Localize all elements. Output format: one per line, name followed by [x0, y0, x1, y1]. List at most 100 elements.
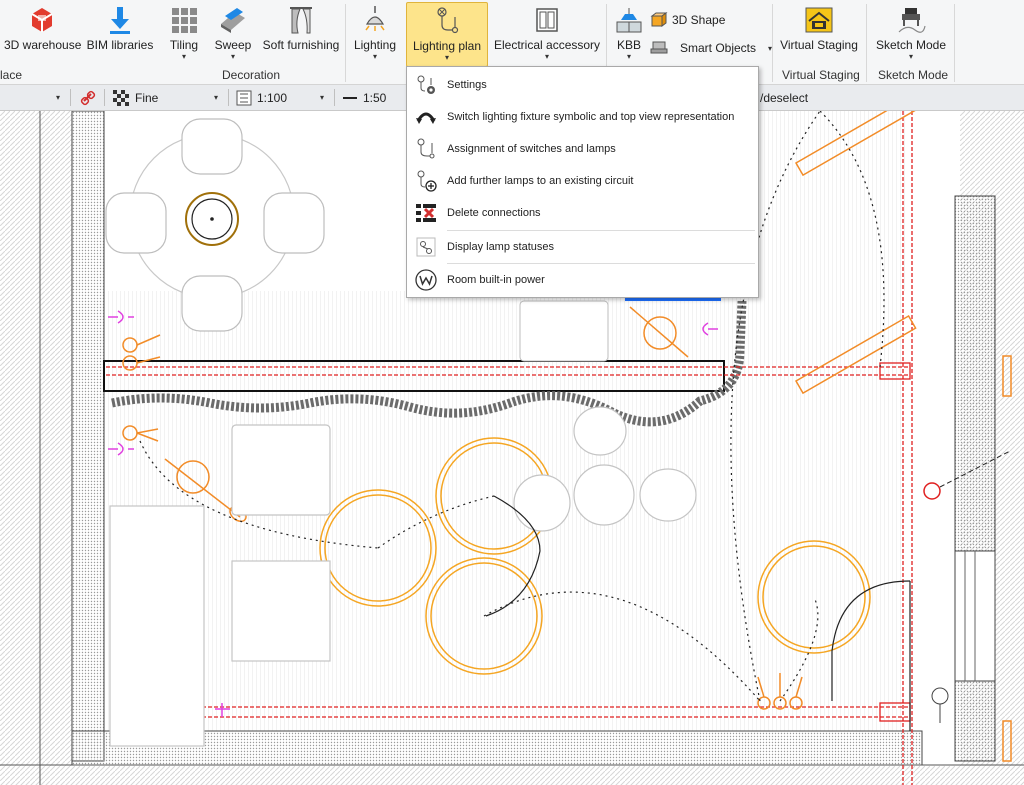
switch-representation-icon: [412, 103, 440, 131]
quality-select[interactable]: Fine: [113, 88, 158, 107]
sweep-label: Sweep: [214, 38, 252, 52]
menu-item-label: Display lamp statuses: [447, 240, 554, 253]
toolbar-separator: [70, 89, 71, 106]
tiling-dropdown-icon[interactable]: ▾: [166, 52, 202, 61]
settings-lighting-icon: [412, 71, 440, 99]
scale-select[interactable]: 1:100: [236, 88, 287, 107]
virtual-staging-label: Virtual Staging: [780, 38, 858, 52]
3d-shape-button[interactable]: 3D Shape: [650, 10, 725, 30]
lighting-plan-button[interactable]: Lighting plan ▾: [406, 2, 488, 67]
lighting-plan-icon: [431, 5, 463, 37]
menu-item-settings[interactable]: Settings: [407, 69, 758, 100]
scale-dropdown-arrow[interactable]: ▾: [320, 88, 324, 107]
chair[interactable]: [181, 275, 243, 332]
door-handle[interactable]: [931, 687, 949, 705]
quality-dropdown-arrow[interactable]: ▾: [214, 88, 218, 107]
add-lamp-icon: [412, 167, 440, 195]
menu-item-label: Delete connections: [447, 206, 541, 219]
link-icon[interactable]: [80, 88, 96, 107]
status-hint: /deselect: [760, 90, 809, 105]
tiling-icon: [168, 4, 200, 36]
ribbon-separator: [954, 4, 955, 82]
scale-icon: [236, 90, 252, 105]
toolbar-separator: [334, 89, 335, 106]
ribbon-separator: [866, 4, 867, 82]
3d-warehouse-label: 3D warehouse: [4, 38, 82, 52]
tiling-button[interactable]: Tiling ▾: [166, 2, 202, 66]
kitchen-icon: [613, 4, 645, 36]
sketchup-icon: [26, 4, 58, 36]
virtual-staging-icon: [803, 4, 835, 36]
bim-libraries-button[interactable]: BIM libraries: [86, 2, 154, 66]
lighting-plan-menu: Settings Switch lighting fixture symboli…: [406, 66, 759, 298]
kbb-label: KBB: [616, 38, 641, 52]
3d-shape-label: 3D Shape: [672, 13, 726, 27]
sweep-dropdown-icon[interactable]: ▾: [212, 52, 254, 61]
menu-item-label: Settings: [447, 78, 487, 91]
menu-item-built-in-power[interactable]: Room built-in power: [407, 264, 758, 295]
curtain-icon: [285, 4, 317, 36]
group-label-place: lace: [0, 68, 23, 82]
lighting-button[interactable]: Lighting ▾: [350, 2, 400, 66]
group-label-decoration: Decoration: [222, 68, 281, 82]
armchair[interactable]: [519, 300, 609, 362]
download-icon: [104, 4, 136, 36]
soft-furnishing-label: Soft furnishing: [262, 38, 340, 52]
chair[interactable]: [263, 192, 325, 254]
ribbon-separator: [772, 4, 773, 82]
assign-switch-icon: [412, 135, 440, 163]
sketch-mode-dropdown-icon[interactable]: ▾: [874, 52, 948, 61]
virtual-staging-button[interactable]: Virtual Staging: [778, 2, 860, 66]
lamp-center: [210, 217, 214, 221]
socket-icon: [531, 4, 563, 36]
smart-objects-icon: [650, 41, 668, 54]
sweep-icon: [217, 4, 249, 36]
line-scale-select[interactable]: 1:50: [342, 88, 386, 107]
lighting-plan-label: Lighting plan: [412, 39, 482, 53]
menu-item-assign-switches[interactable]: Assignment of switches and lamps: [407, 133, 758, 164]
lighting-plan-dropdown-icon[interactable]: ▾: [407, 53, 487, 62]
3d-warehouse-button[interactable]: 3D warehouse: [4, 2, 82, 66]
built-in-power-icon: [412, 266, 440, 294]
toolbar-separator: [104, 89, 105, 106]
chair[interactable]: [181, 118, 243, 175]
sketch-mode-button[interactable]: Sketch Mode ▾: [874, 2, 948, 66]
lamp-status-icon: [412, 233, 440, 261]
3d-shape-icon: [650, 12, 668, 27]
chair[interactable]: [105, 192, 167, 254]
tiling-label: Tiling: [169, 38, 199, 52]
menu-item-delete-connections[interactable]: Delete connections: [407, 197, 758, 228]
soft-furnishing-button[interactable]: Soft furnishing: [262, 2, 340, 66]
menu-item-label: Room built-in power: [447, 273, 545, 286]
lighting-dropdown-icon[interactable]: ▾: [350, 52, 400, 61]
electrical-accessory-dropdown-icon[interactable]: ▾: [494, 52, 600, 61]
ceiling-lamp-icon: [359, 4, 391, 36]
kbb-button[interactable]: KBB ▾: [612, 2, 646, 66]
wall-left[interactable]: [71, 111, 105, 762]
menu-item-add-lamps[interactable]: Add further lamps to an existing circuit: [407, 165, 758, 196]
checker-icon: [113, 89, 129, 106]
menu-item-label: Switch lighting fixture symbolic and top…: [447, 110, 735, 123]
menu-item-lamp-statuses[interactable]: Display lamp statuses: [407, 231, 758, 262]
electrical-accessory-label: Electrical accessory: [494, 38, 601, 52]
ribbon-separator: [345, 4, 346, 82]
line-weight-icon: [343, 96, 357, 99]
kbb-dropdown-icon[interactable]: ▾: [612, 52, 646, 61]
layer-dropdown-arrow[interactable]: ▾: [56, 88, 60, 107]
smart-objects-button[interactable]: Smart Objects ▾: [650, 38, 772, 58]
quality-value: Fine: [135, 90, 159, 105]
scale-value: 1:100: [257, 90, 288, 105]
sketch-mode-label: Sketch Mode: [875, 38, 947, 52]
delete-connections-icon: [412, 199, 440, 227]
toolbar-separator: [228, 89, 229, 106]
menu-item-label: Assignment of switches and lamps: [447, 142, 616, 155]
sweep-button[interactable]: Sweep ▾: [212, 2, 254, 66]
line-scale-value: 1:50: [363, 90, 387, 105]
group-label-sketch-mode: Sketch Mode: [878, 68, 949, 82]
lighting-label: Lighting: [353, 38, 397, 52]
menu-item-switch-representation[interactable]: Switch lighting fixture symbolic and top…: [407, 101, 758, 132]
electrical-accessory-button[interactable]: Electrical accessory ▾: [494, 2, 600, 66]
bim-libraries-label: BIM libraries: [86, 38, 154, 52]
menu-item-label: Add further lamps to an existing circuit: [447, 174, 634, 187]
sketch-mode-icon: [895, 4, 927, 36]
